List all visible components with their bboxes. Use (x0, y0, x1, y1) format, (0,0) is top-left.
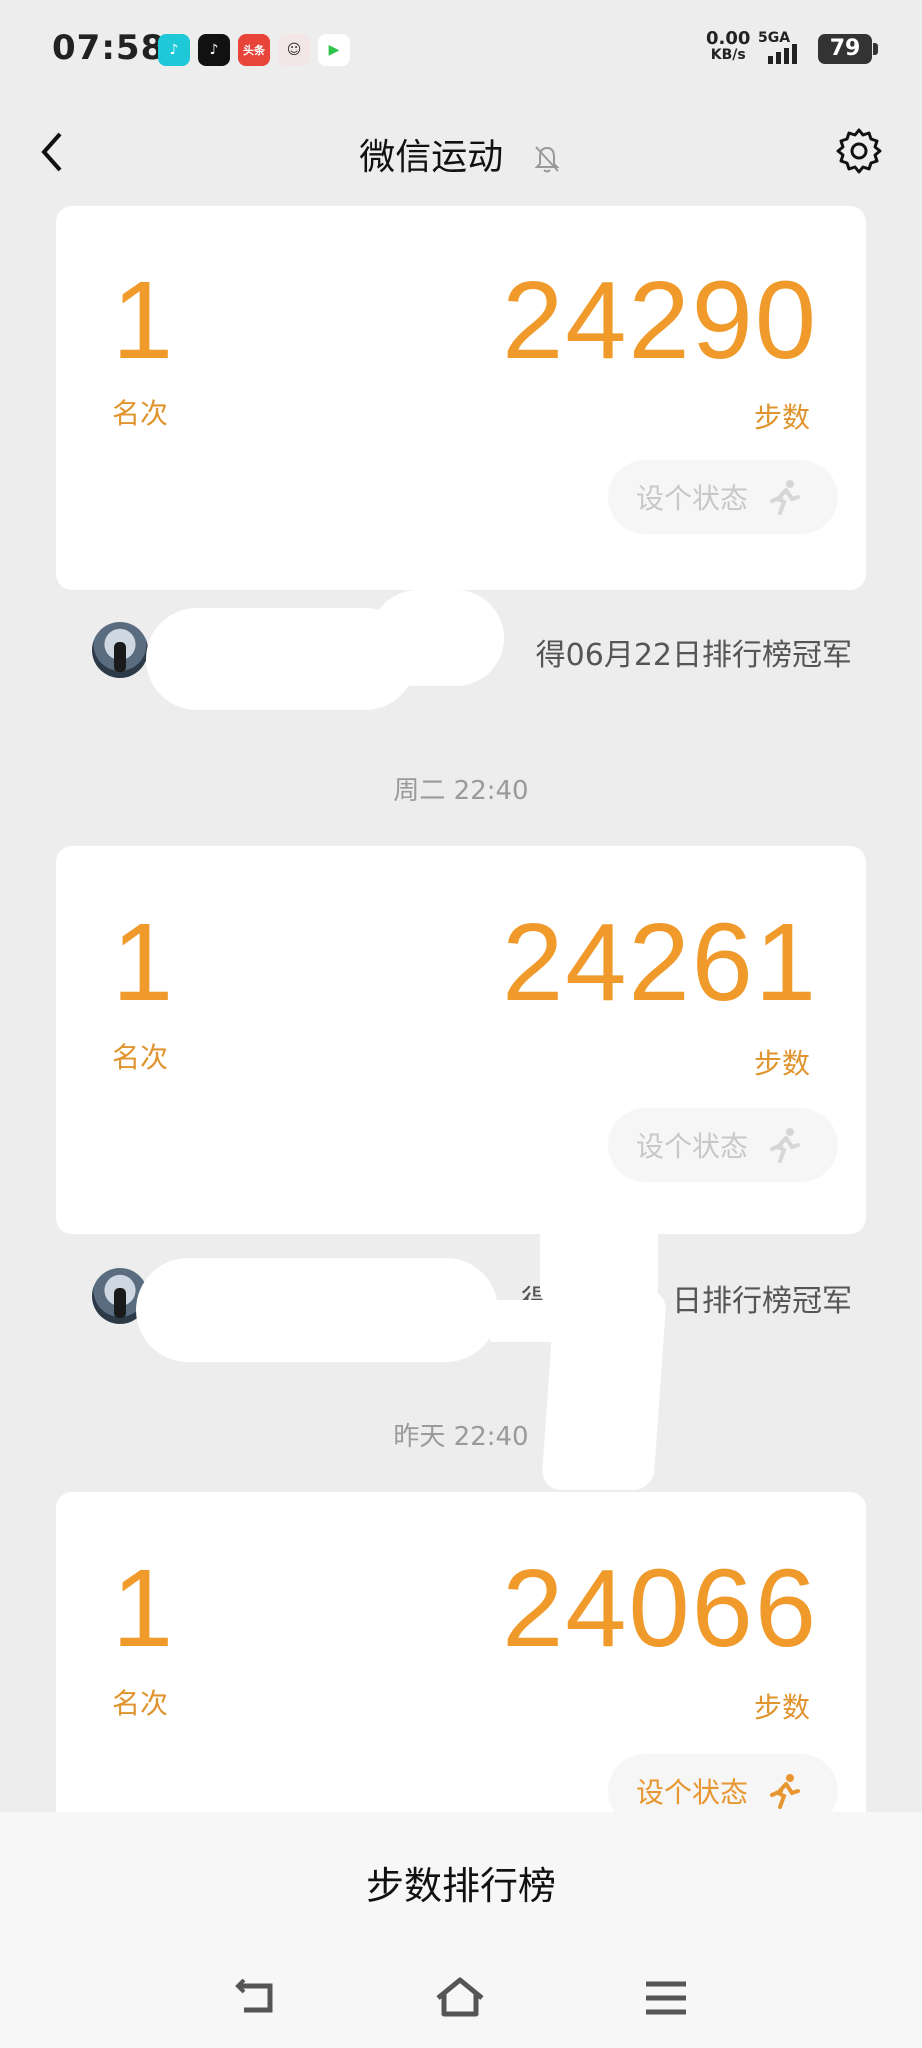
tiktok-icon: ♪ (198, 34, 230, 66)
rank-number: 1 (112, 1547, 174, 1670)
leaderboard-bar[interactable]: 步数排行榜 (0, 1812, 922, 1952)
running-icon (770, 1774, 801, 1809)
system-back-button[interactable] (230, 1972, 282, 2024)
system-nav-bar (0, 1952, 922, 2048)
step-count: 24066 (502, 1547, 818, 1670)
step-label: 步数 (753, 1047, 810, 1080)
net-speed-unit: KB/s (710, 47, 746, 63)
douyin-icon: ♪ (158, 34, 190, 66)
leaderboard-title[interactable]: 步数排行榜 (366, 1855, 556, 1910)
rank-label: 名次 (112, 1041, 169, 1074)
return-icon (235, 1978, 273, 2013)
set-status-label: 设个状态 (636, 1776, 749, 1809)
rank-label: 名次 (112, 397, 169, 430)
page-title: 微信运动 (359, 137, 504, 178)
redaction-mark (136, 1258, 498, 1362)
running-icon (770, 480, 801, 515)
champion-text: 得06月22日排行榜冠军 (535, 638, 852, 673)
page-title-row: 微信运动 (0, 128, 922, 180)
step-count: 24290 (502, 259, 818, 382)
system-home-button[interactable] (434, 1972, 486, 2024)
menu-icon (646, 1981, 686, 2015)
set-status-label: 设个状态 (636, 1130, 749, 1163)
gear-icon (836, 128, 882, 174)
timestamp: 昨天 22:40 (393, 1422, 529, 1452)
rank-number: 1 (112, 901, 174, 1024)
step-card[interactable]: 1 名次 24261 步数 设个状态 (56, 846, 866, 1234)
step-card[interactable]: 1 名次 24066 步数 设个状态 (56, 1492, 866, 1832)
running-icon (770, 1128, 801, 1163)
settings-button[interactable] (834, 126, 884, 176)
step-card[interactable]: 1 名次 24290 步数 设个状态 (56, 206, 866, 590)
nav-bar: 微信运动 (0, 110, 922, 194)
step-count: 24261 (502, 901, 818, 1024)
rank-number: 1 (112, 259, 174, 382)
set-status-button[interactable]: 设个状态 (608, 1108, 838, 1182)
net-speed-value: 0.00 (706, 28, 751, 49)
set-status-button[interactable]: 设个状态 (608, 460, 838, 534)
signal-icon: 5GA (758, 30, 808, 66)
battery-icon: 79 (818, 34, 878, 64)
set-status-label: 设个状态 (636, 482, 749, 515)
home-icon (436, 1977, 484, 2017)
champion-text-tail: 日排行榜冠军 (672, 1284, 852, 1319)
redaction-mark (370, 590, 504, 686)
net-speed: 0.00 KB/s (706, 30, 750, 64)
bell-off-icon (534, 146, 560, 173)
avatar[interactable] (92, 622, 148, 678)
toutiao-icon: 头条 (238, 34, 270, 66)
play-icon: ▶ (318, 34, 350, 66)
clock: 07:58 (52, 28, 166, 68)
redaction-mark (490, 1300, 640, 1342)
step-label: 步数 (753, 1691, 810, 1724)
step-label: 步数 (753, 401, 810, 434)
timestamp: 周二 22:40 (393, 776, 529, 806)
notification-icons: ♪ ♪ 头条 ☺ ▶ (158, 34, 350, 66)
status-bar: 07:58 ♪ ♪ 头条 ☺ ▶ 0.00 KB/s 5GA 79 (0, 0, 922, 100)
rank-label: 名次 (112, 1687, 169, 1720)
system-menu-button[interactable] (640, 1972, 692, 2024)
avatar-app-icon: ☺ (278, 34, 310, 66)
